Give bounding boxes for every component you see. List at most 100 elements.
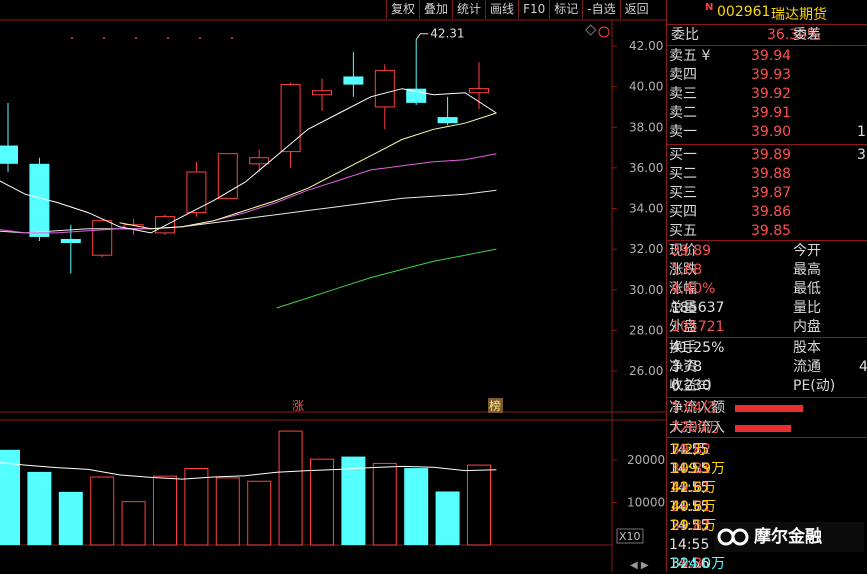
volume-tick-label: 10000: [627, 496, 665, 510]
stat-value: 4.40%: [671, 281, 716, 297]
stat-value: 41.25%: [671, 340, 725, 356]
stat-value: 0.230: [671, 378, 712, 394]
volume-bar: [310, 458, 334, 546]
bid-label: 买四: [669, 204, 697, 220]
ask-label: 卖一: [669, 124, 697, 140]
ask-price: 39.94: [751, 48, 792, 64]
bid-label: 买一: [669, 147, 697, 163]
tick-volume: 109.9万: [671, 461, 726, 477]
volume-bar: [278, 430, 303, 546]
high-annotation: 42.31: [430, 27, 464, 41]
volume-unit-label: X10: [619, 530, 641, 543]
ma20-line: [0, 153, 497, 234]
stat-label-2: 内盘: [793, 319, 821, 335]
candle-body: [343, 76, 364, 85]
stat-label-2: PE(动): [793, 378, 836, 394]
tick-volume: 7.2万: [671, 442, 708, 458]
candle-body: [29, 163, 50, 237]
stat-label-2: 最高: [793, 262, 821, 278]
stat-label-2: 流通: [793, 359, 821, 375]
price-tick-label: 42.00: [629, 39, 663, 53]
watermark-text: 摩尔金融: [754, 527, 822, 547]
top-dot-marker: [231, 37, 233, 39]
ask-price: 39.91: [751, 105, 792, 121]
toolbar-button-7[interactable]: 返回: [619, 0, 653, 19]
diamond-marker-icon: [585, 24, 597, 36]
stat-value: 105721: [671, 319, 725, 335]
toolbar-button-0[interactable]: 复权: [386, 0, 419, 19]
high-pointer: [415, 33, 429, 40]
ask-price: 39.93: [751, 67, 792, 83]
candle-body: [92, 220, 113, 256]
ma-green-line: [276, 248, 497, 309]
toolbar-button-5[interactable]: 标记: [549, 0, 582, 19]
weibi-label: 委比: [671, 27, 699, 43]
bid-label: 买三: [669, 185, 697, 201]
price-tick-label: 28.00: [629, 323, 663, 337]
stat-value: 185637: [671, 300, 725, 316]
candle-body: [249, 157, 270, 165]
volume-bar: [372, 462, 397, 546]
toolbar-button-3[interactable]: 画线: [485, 0, 518, 19]
tick-volume: 40.6万: [671, 499, 717, 515]
flow-value: 7200万: [671, 420, 721, 436]
volume-bar: [27, 471, 52, 545]
ask-volume: 1: [857, 124, 866, 140]
kline-chart[interactable]: 42.00 40.00 38.00 36.00 34.00 32.00 30.00 28.00…: [0, 0, 666, 572]
stock-header: N 002961 瑞达期货: [667, 0, 867, 24]
stat-extra: 4: [859, 359, 867, 375]
ask-label: 卖五 ¥: [669, 48, 711, 64]
volume-bar: [121, 501, 146, 546]
volume-bar: [215, 477, 240, 546]
candle-body: [0, 145, 18, 164]
stock-name[interactable]: 瑞达期货: [771, 4, 827, 24]
toolbar-button-6[interactable]: -自选: [582, 0, 619, 19]
ask-book: 卖五 ¥ 39.94 卖四 39.93 卖三 39.92 卖二 39.91 卖一 39.90 1: [667, 45, 867, 144]
candle-body: [280, 84, 301, 153]
candle-body: [60, 238, 81, 244]
toolbar-button-4[interactable]: F10: [518, 0, 549, 19]
toolbar-button-1[interactable]: 叠加: [419, 0, 452, 19]
stock-code[interactable]: 002961: [717, 4, 770, 20]
candle-body: [374, 69, 395, 108]
price-tick-label: 38.00: [629, 120, 663, 134]
ask-price: 39.92: [751, 86, 792, 102]
candle-body: [406, 88, 427, 103]
candle-body: [469, 88, 489, 94]
bid-price: 39.86: [751, 204, 792, 220]
bid-price: 39.89: [751, 147, 792, 163]
bid-price: 39.88: [751, 166, 792, 182]
scroll-arrows-icon: ◀ ▶: [630, 560, 649, 571]
price-tick-label: 26.00: [629, 364, 663, 378]
volume-bar: [184, 468, 209, 546]
stats-table: 现价 39.89 今开 涨跌 1.68 最高 涨幅 4.40% 最低 总量 185637 量比 外盘 10…: [667, 240, 867, 337]
ask-label: 卖二: [669, 105, 697, 121]
candle-body: [217, 153, 238, 199]
ask-label: 卖三: [669, 86, 697, 102]
candle-body: [155, 216, 175, 234]
volume-bar: [404, 468, 429, 545]
volume-bar: [58, 491, 83, 545]
price-tick-label: 36.00: [629, 161, 663, 175]
price-tick-label: 32.00: [629, 242, 663, 256]
bid-book: 买一 39.89 3 买二 39.88 买三 39.87 买四 39.86 买五 39.85: [667, 144, 867, 241]
bid-label: 买二: [669, 166, 697, 182]
top-dot-marker: [103, 37, 105, 39]
top-dot-marker: [199, 37, 201, 39]
volume-bar: [467, 464, 491, 546]
volume-bar: [90, 476, 115, 546]
fund-flow: 净流入额 1.04亿 大宗流入 7200万: [667, 397, 867, 438]
volume-tick-label: 20000: [627, 453, 665, 467]
bid-label: 买五: [669, 223, 697, 239]
bid-price: 39.87: [751, 185, 792, 201]
circle-marker-icon: [598, 26, 610, 38]
toolbar-button-2[interactable]: 统计: [452, 0, 485, 19]
candle-body: [312, 90, 332, 96]
tick-list: 14:55 39.82 7.2万 14:55 39.81 109.9万 14:55 39.81…: [667, 437, 867, 573]
ma10-line: [119, 112, 497, 230]
top-dot-marker: [71, 37, 73, 39]
volume-bar: [247, 480, 272, 546]
quote-panel: N 002961 瑞达期货 委比 36.30% 委差 卖五 ¥ 39.94 卖四 39…: [666, 0, 867, 572]
stats-table-2: 换手 41.25% 股本 净资 3.78 流通 4 收益㈢ 0.230 PE(动): [667, 337, 867, 398]
stat-value: 39.89: [671, 243, 712, 259]
